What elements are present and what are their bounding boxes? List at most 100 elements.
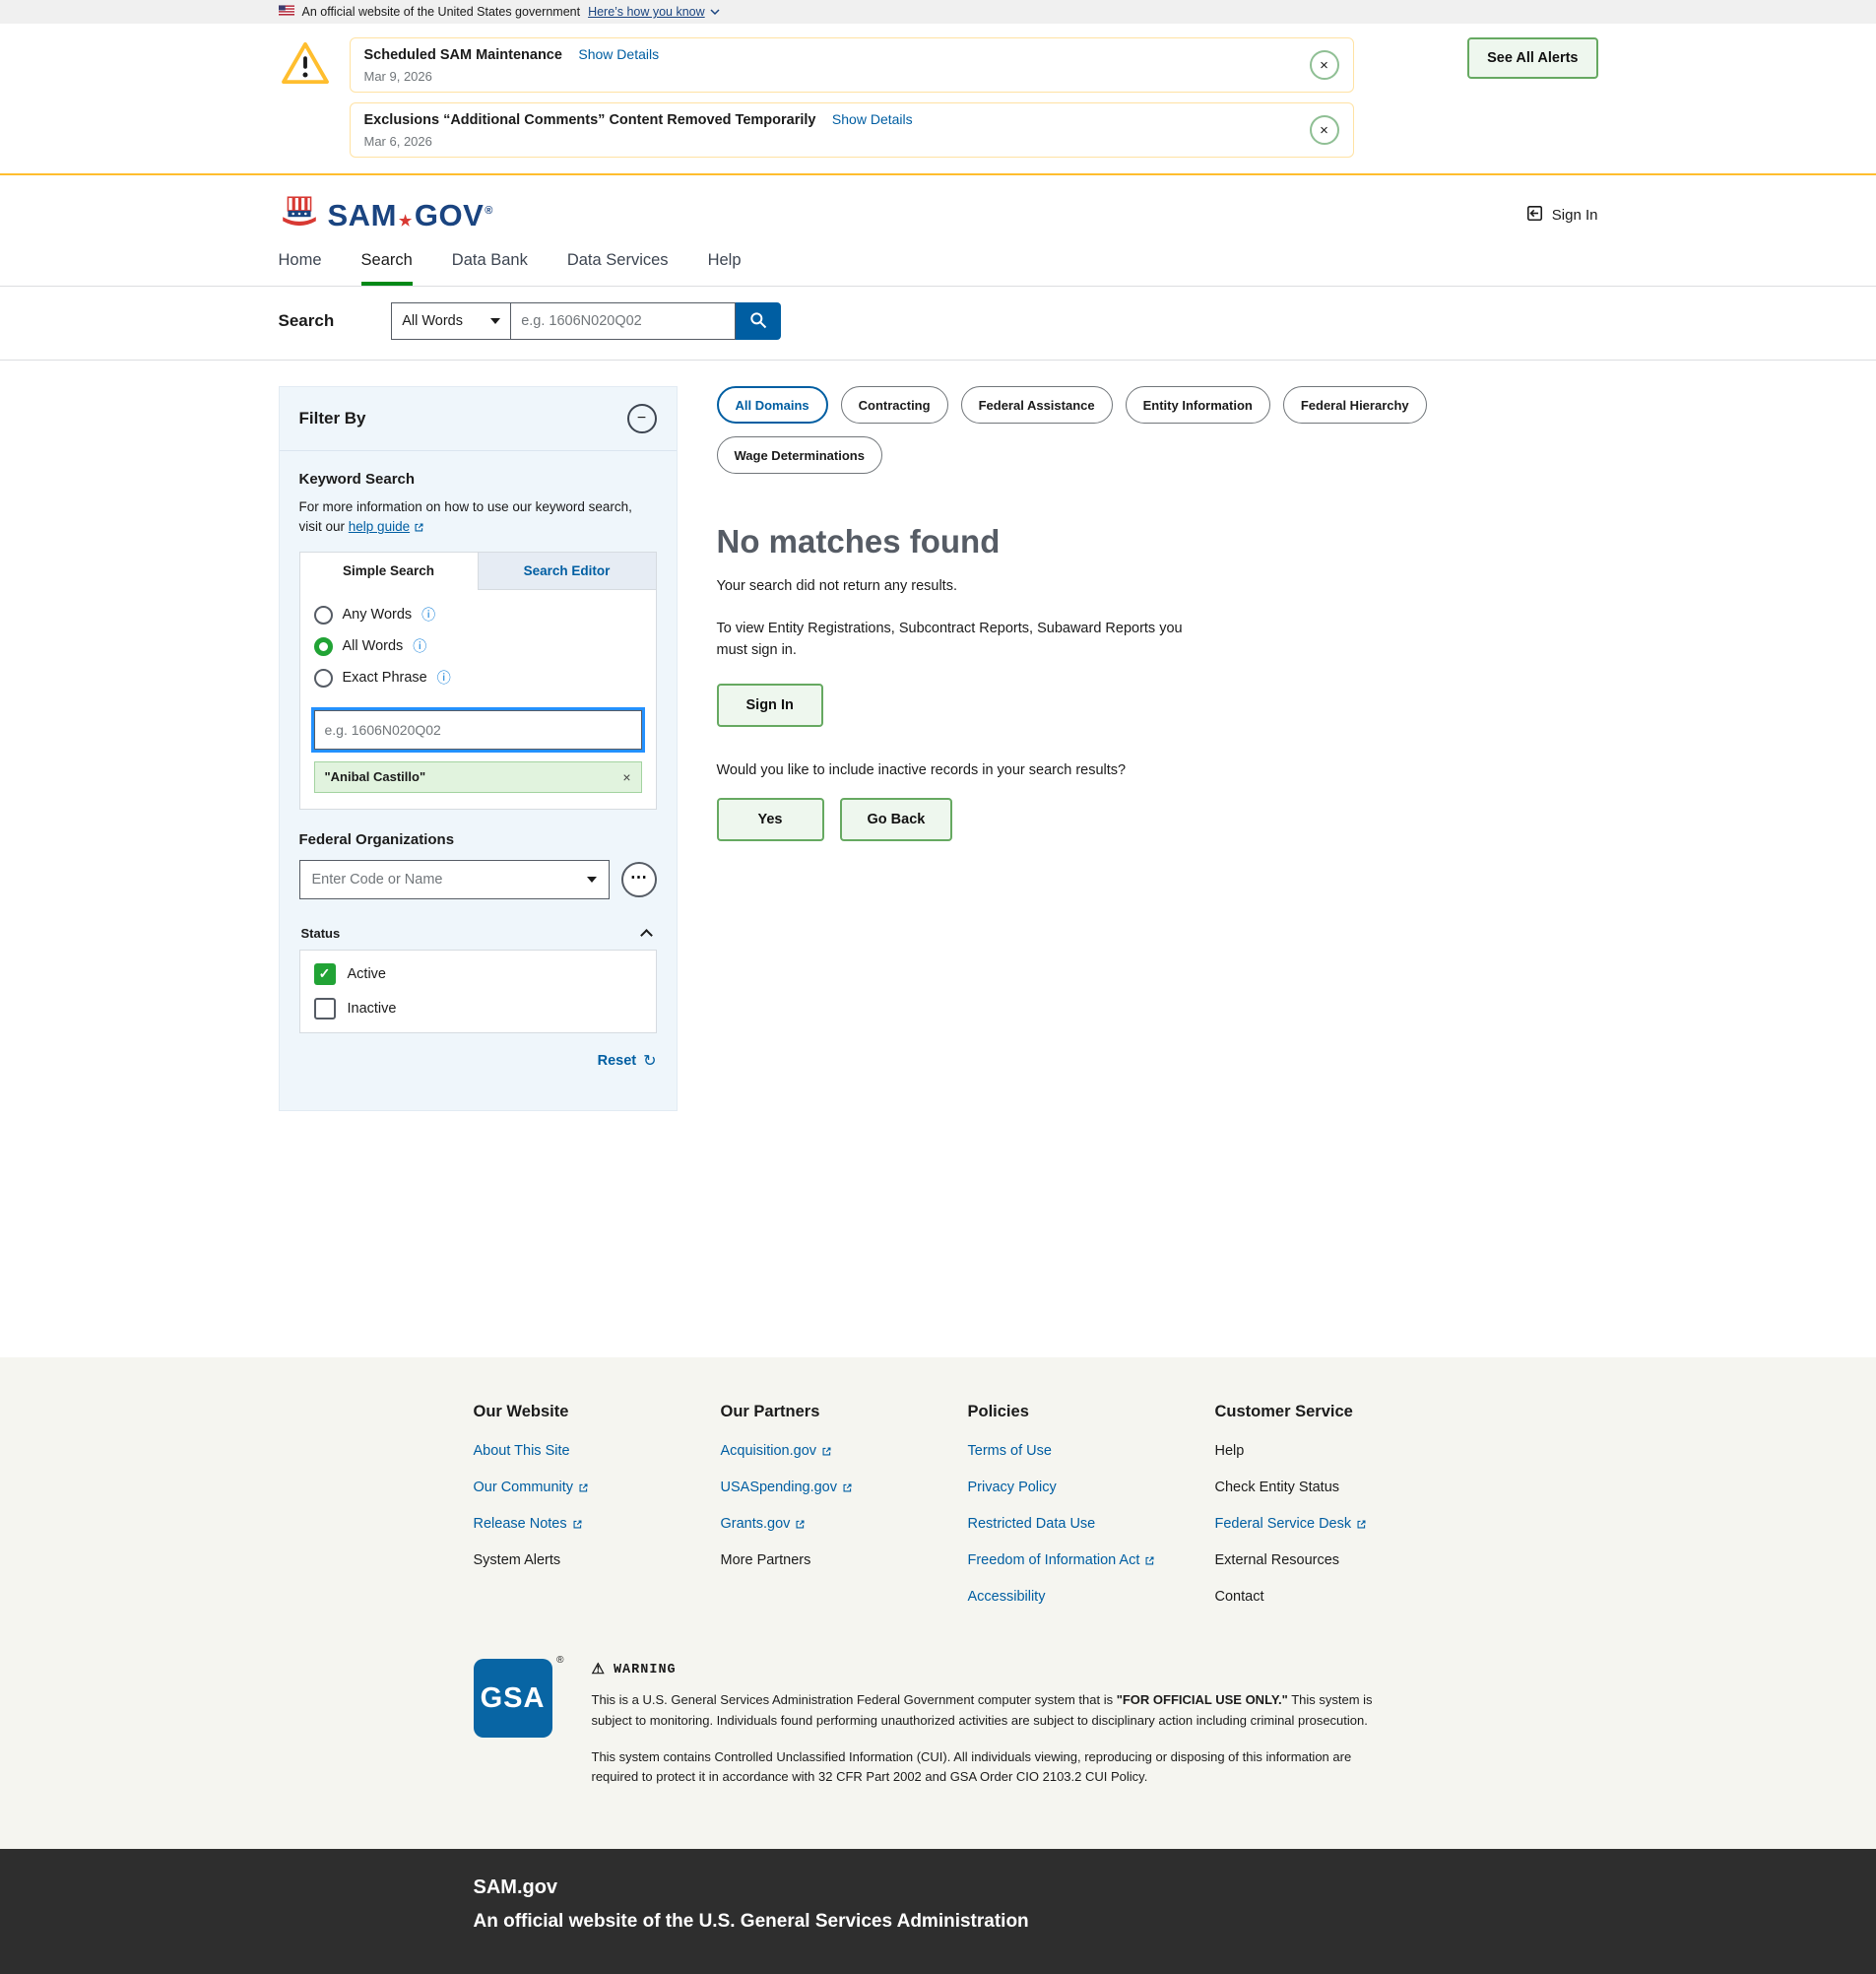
top-search-input[interactable]	[511, 302, 736, 340]
keyword-chip-label: "Anibal Castillo"	[325, 769, 426, 784]
search-label: Search	[279, 311, 335, 331]
footer-link-our-community[interactable]: Our Community	[474, 1480, 721, 1495]
keyword-chip: "Anibal Castillo" ×	[314, 761, 642, 793]
chip-remove-icon[interactable]: ×	[622, 769, 630, 785]
nav-item-home[interactable]: Home	[279, 251, 322, 286]
footer-link-accessibility[interactable]: Accessibility	[968, 1589, 1215, 1605]
see-all-alerts-button[interactable]: See All Alerts	[1467, 37, 1597, 79]
footer-link-restricted-data-use[interactable]: Restricted Data Use	[968, 1516, 1215, 1532]
footer-link-external-resources[interactable]: External Resources	[1215, 1552, 1462, 1568]
filter-panel: Filter By − Keyword Search For more info…	[279, 386, 678, 1111]
alert-item: Scheduled SAM Maintenance Show Details M…	[350, 37, 1354, 93]
nav-item-data-services[interactable]: Data Services	[567, 251, 669, 286]
tab-simple-search[interactable]: Simple Search	[300, 553, 478, 590]
domain-filter-pills: All Domains Contracting Federal Assistan…	[717, 386, 1598, 474]
footer-link-system-alerts[interactable]: System Alerts	[474, 1552, 721, 1568]
checkbox-unchecked-icon	[314, 998, 336, 1020]
warning-paragraph-2: This system contains Controlled Unclassi…	[592, 1747, 1380, 1789]
status-active-checkbox[interactable]: ✓ Active	[314, 963, 642, 985]
footer-link-usaspending-gov[interactable]: USASpending.gov	[721, 1480, 968, 1495]
footer-link-privacy-policy[interactable]: Privacy Policy	[968, 1480, 1215, 1495]
footer-link-contact[interactable]: Contact	[1215, 1589, 1462, 1605]
go-back-button[interactable]: Go Back	[840, 798, 953, 841]
alert-title: Exclusions “Additional Comments” Content…	[364, 112, 816, 128]
sign-in-button[interactable]: Sign In	[717, 684, 823, 727]
info-icon[interactable]: ⓘ	[421, 608, 435, 622]
footer-link-release-notes[interactable]: Release Notes	[474, 1516, 721, 1532]
nav-item-search[interactable]: Search	[361, 251, 413, 286]
search-submit-button[interactable]	[736, 302, 781, 340]
inactive-records-question: Would you like to include inactive recor…	[717, 762, 1598, 778]
info-icon[interactable]: ⓘ	[413, 639, 426, 653]
external-link-icon	[1144, 1555, 1155, 1566]
gov-banner: An official website of the United States…	[0, 0, 1876, 24]
status-section-toggle[interactable]: Status	[299, 917, 657, 950]
external-link-icon	[414, 522, 424, 533]
nav-item-help[interactable]: Help	[708, 251, 742, 286]
checkbox-checked-icon: ✓	[314, 963, 336, 985]
footer-link-acquisition-gov[interactable]: Acquisition.gov	[721, 1443, 968, 1459]
pill-all-domains[interactable]: All Domains	[717, 386, 828, 424]
keyword-search-input[interactable]	[314, 710, 642, 750]
no-matches-subtitle: Your search did not return any results.	[717, 578, 1598, 594]
how-you-know-link[interactable]: Here’s how you know	[588, 5, 720, 19]
chevron-down-icon	[587, 877, 597, 883]
sam-gov-logo[interactable]: SAM ★ GOV ®	[279, 195, 493, 235]
alert-close-icon[interactable]: ×	[1310, 50, 1339, 80]
sign-in-icon	[1525, 204, 1544, 227]
pill-federal-hierarchy[interactable]: Federal Hierarchy	[1283, 386, 1427, 424]
ellipsis-icon: ⋯	[630, 868, 647, 888]
refresh-icon: ↻	[643, 1051, 656, 1071]
magnifier-icon	[748, 310, 768, 333]
site-footer: Our Website About This Site Our Communit…	[0, 1357, 1876, 1849]
alerts-section: Scheduled SAM Maintenance Show Details M…	[0, 24, 1876, 175]
external-link-icon	[1356, 1519, 1367, 1530]
alert-date: Mar 6, 2026	[364, 134, 913, 149]
keyword-search-card: Simple Search Search Editor Any Words ⓘ …	[299, 552, 657, 810]
reset-filters-link[interactable]: Reset ↻	[299, 1051, 657, 1071]
info-icon[interactable]: ⓘ	[437, 671, 451, 685]
search-type-select[interactable]: All Words	[391, 302, 511, 340]
pill-federal-assistance[interactable]: Federal Assistance	[961, 386, 1113, 424]
footer-link-federal-service-desk[interactable]: Federal Service Desk	[1215, 1516, 1462, 1532]
alert-title: Scheduled SAM Maintenance	[364, 47, 562, 63]
nav-item-data-bank[interactable]: Data Bank	[452, 251, 528, 286]
main-nav: Home Search Data Bank Data Services Help	[279, 251, 1598, 286]
external-link-icon	[821, 1446, 832, 1457]
footer-link-foia[interactable]: Freedom of Information Act	[968, 1552, 1215, 1568]
footer-link-check-entity-status[interactable]: Check Entity Status	[1215, 1480, 1462, 1495]
footer-link-more-partners[interactable]: More Partners	[721, 1552, 968, 1568]
radio-all-words[interactable]: All Words ⓘ	[314, 637, 642, 656]
external-link-icon	[842, 1482, 853, 1493]
pill-wage-determinations[interactable]: Wage Determinations	[717, 436, 882, 474]
header-sign-in-link[interactable]: Sign In	[1525, 204, 1598, 227]
keyword-search-title: Keyword Search	[299, 471, 657, 488]
yes-button[interactable]: Yes	[717, 798, 824, 841]
federal-org-combobox[interactable]: Enter Code or Name	[299, 860, 610, 899]
minus-icon: −	[637, 411, 646, 427]
footer-column-policies: Policies Terms of Use Privacy Policy Res…	[968, 1403, 1215, 1625]
external-link-icon	[795, 1519, 806, 1530]
dark-footer: SAM.gov An official website of the U.S. …	[0, 1849, 1876, 1974]
footer-link-help[interactable]: Help	[1215, 1443, 1462, 1459]
collapse-filters-button[interactable]: −	[627, 404, 657, 433]
status-options-card: ✓ Active Inactive	[299, 950, 657, 1033]
radio-any-words[interactable]: Any Words ⓘ	[314, 606, 642, 625]
radio-exact-phrase[interactable]: Exact Phrase ⓘ	[314, 669, 642, 688]
alert-show-details-link[interactable]: Show Details	[578, 46, 659, 62]
alert-close-icon[interactable]: ×	[1310, 115, 1339, 145]
help-guide-link[interactable]: help guide	[349, 517, 424, 537]
org-more-options-button[interactable]: ⋯	[621, 862, 657, 897]
tab-search-editor[interactable]: Search Editor	[478, 553, 656, 590]
status-inactive-checkbox[interactable]: Inactive	[314, 998, 642, 1020]
site-header: SAM ★ GOV ® Sign In Home Search Data Ban…	[0, 175, 1876, 287]
alert-show-details-link[interactable]: Show Details	[832, 111, 913, 127]
footer-link-terms-of-use[interactable]: Terms of Use	[968, 1443, 1215, 1459]
gsa-logo: GSA	[474, 1659, 552, 1738]
footer-link-grants-gov[interactable]: Grants.gov	[721, 1516, 968, 1532]
pill-entity-information[interactable]: Entity Information	[1126, 386, 1270, 424]
external-link-icon	[572, 1519, 583, 1530]
pill-contracting[interactable]: Contracting	[841, 386, 948, 424]
footer-link-about-this-site[interactable]: About This Site	[474, 1443, 721, 1459]
sign-in-note: To view Entity Registrations, Subcontrac…	[717, 618, 1199, 662]
